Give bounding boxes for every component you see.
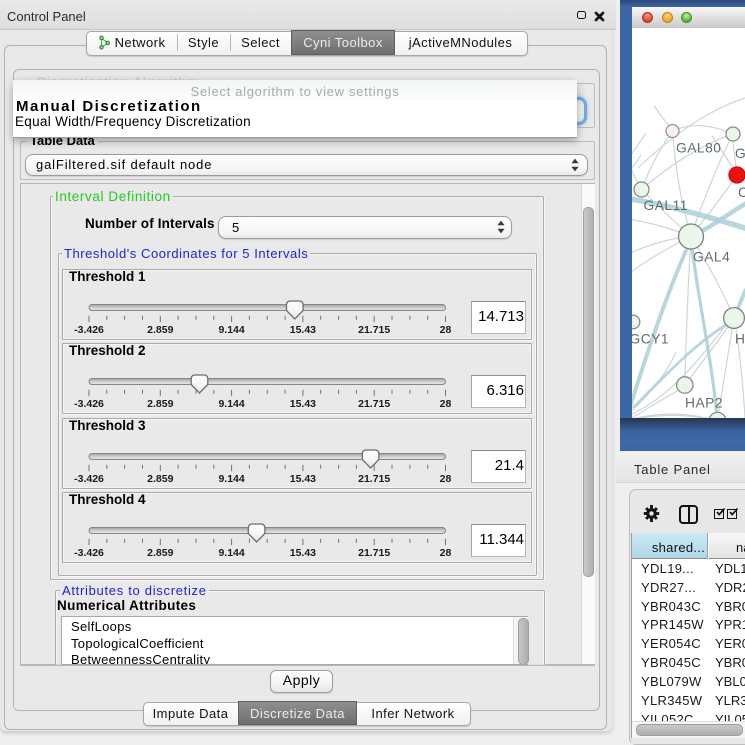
svg-text:C: C [738, 185, 745, 200]
svg-text:GAL11: GAL11 [644, 198, 688, 213]
svg-text:21.715: 21.715 [358, 473, 390, 485]
svg-text:28: 28 [440, 324, 452, 336]
svg-text:28: 28 [440, 473, 452, 485]
svg-text:GAL4: GAL4 [693, 250, 730, 265]
svg-text:GAL: GAL [735, 146, 745, 161]
svg-text:-3.426: -3.426 [74, 473, 104, 485]
svg-text:28: 28 [440, 398, 452, 410]
svg-text:2.859: 2.859 [147, 324, 173, 336]
svg-text:9.144: 9.144 [218, 473, 244, 485]
svg-text:15.43: 15.43 [290, 473, 316, 485]
svg-text:9.144: 9.144 [218, 324, 244, 336]
svg-text:9.144: 9.144 [218, 547, 244, 559]
svg-text:HAP2: HAP2 [685, 396, 723, 411]
svg-text:9.144: 9.144 [218, 398, 244, 410]
svg-text:15.43: 15.43 [290, 324, 316, 336]
svg-text:21.715: 21.715 [358, 547, 390, 559]
svg-text:GCY1: GCY1 [632, 332, 669, 347]
svg-text:-3.426: -3.426 [74, 547, 104, 559]
svg-text:21.715: 21.715 [358, 324, 390, 336]
svg-text:15.43: 15.43 [290, 547, 316, 559]
svg-text:2.859: 2.859 [147, 547, 173, 559]
svg-text:21.715: 21.715 [358, 398, 390, 410]
svg-text:HA: HA [735, 332, 745, 347]
svg-text:-3.426: -3.426 [74, 324, 104, 336]
svg-text:GAL80: GAL80 [676, 141, 721, 156]
svg-text:-3.426: -3.426 [74, 398, 104, 410]
svg-text:28: 28 [440, 547, 452, 559]
svg-text:2.859: 2.859 [147, 473, 173, 485]
svg-text:15.43: 15.43 [290, 398, 316, 410]
svg-text:2.859: 2.859 [147, 398, 173, 410]
